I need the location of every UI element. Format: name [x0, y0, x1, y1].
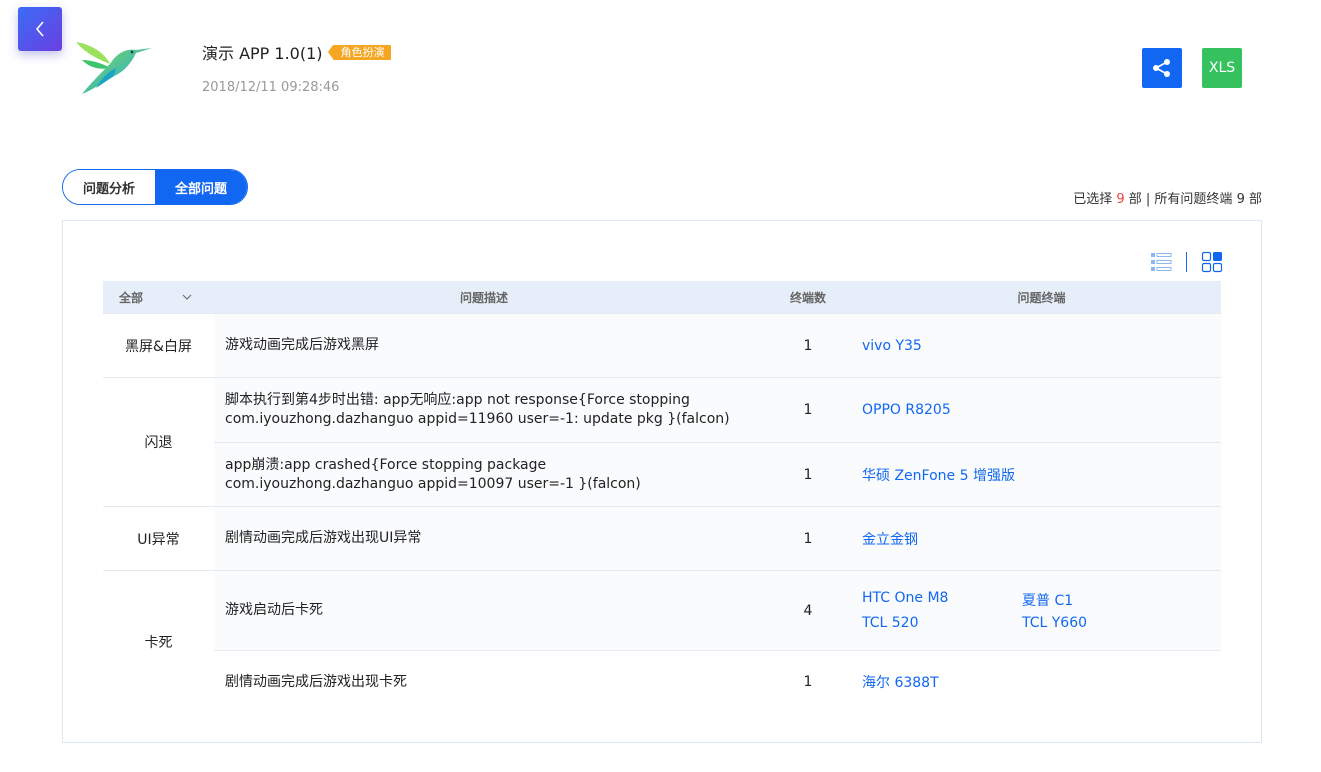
list-view-icon[interactable] — [1150, 251, 1172, 273]
chevron-down-icon — [182, 294, 192, 300]
group-category: 卡死 — [103, 571, 214, 713]
xls-export-button[interactable]: XLS — [1202, 48, 1242, 88]
device-count: 4 — [803, 602, 813, 619]
device-link[interactable]: 华硕 ZenFone 5 增强版 — [862, 465, 1022, 485]
device-link[interactable]: TCL 520 — [862, 615, 1022, 631]
table-row[interactable]: 游戏启动后卡死 4 HTC One M8 夏普 C1 TCL 520 TCL Y… — [214, 571, 1221, 650]
device-count: 1 — [803, 674, 813, 690]
group-category: 黑屏&白屏 — [103, 314, 214, 377]
device-link[interactable]: OPPO R8205 — [862, 402, 1022, 418]
issue-description: 游戏启动后卡死 — [225, 602, 323, 618]
device-link[interactable]: vivo Y35 — [862, 338, 1022, 354]
issues-table: 全部 问题描述 终端数 问题终端 黑屏&白屏 游戏动画完成后游戏黑屏 1 viv… — [103, 281, 1221, 713]
selection-summary: 已选择 9 部 | 所有问题终端 9 部 — [1073, 188, 1262, 207]
summary-selected-count: 9 — [1116, 192, 1125, 207]
category-filter-label: 全部 — [119, 290, 144, 305]
header-description: 问题描述 — [459, 290, 508, 305]
table-header: 全部 问题描述 终端数 问题终端 — [103, 281, 1221, 313]
issue-description: app崩溃:app crashed{Force stopping package… — [225, 456, 641, 492]
device-count: 1 — [803, 530, 813, 547]
device-count: 1 — [803, 337, 813, 354]
tab-all-issues[interactable]: 全部问题 — [155, 170, 247, 204]
view-toggle — [1150, 251, 1223, 273]
issue-description: 剧情动画完成后游戏出现UI异常 — [225, 530, 422, 546]
device-link[interactable]: 金立金钢 — [862, 529, 1022, 549]
device-link[interactable]: 海尔 6388T — [862, 672, 1022, 692]
device-list: 海尔 6388T — [862, 672, 1221, 692]
table-row[interactable]: 游戏动画完成后游戏黑屏 1 vivo Y35 — [214, 314, 1221, 377]
table-row[interactable]: 剧情动画完成后游戏出现卡死 1 海尔 6388T — [214, 650, 1221, 713]
summary-total-count: 9 — [1236, 192, 1245, 207]
category-tag: 角色扮演 — [327, 44, 391, 60]
hummingbird-logo — [76, 42, 152, 94]
category-filter-dropdown[interactable]: 全部 — [103, 289, 214, 306]
share-button[interactable] — [1142, 48, 1182, 88]
summary-mid: 部 | 所有问题终端 — [1128, 192, 1233, 207]
issue-description: 游戏动画完成后游戏黑屏 — [225, 337, 379, 353]
header-devices: 问题终端 — [1017, 290, 1066, 305]
summary-prefix: 已选择 — [1073, 192, 1113, 207]
chevron-left-icon — [35, 21, 44, 37]
grid-view-icon[interactable] — [1201, 251, 1223, 273]
app-title: 演示 APP 1.0(1) — [202, 44, 323, 63]
table-row[interactable]: 剧情动画完成后游戏出现UI异常 1 金立金钢 — [214, 507, 1221, 570]
table-row[interactable]: 脚本执行到第4步时出错: app无响应:app not response{For… — [214, 378, 1221, 442]
tab-issue-analysis[interactable]: 问题分析 — [63, 170, 155, 204]
group-category: UI异常 — [103, 507, 214, 570]
device-list: 华硕 ZenFone 5 增强版 — [862, 465, 1221, 485]
header-device-count: 终端数 — [789, 290, 826, 305]
issue-description: 剧情动画完成后游戏出现卡死 — [225, 673, 407, 690]
device-list: 金立金钢 — [862, 529, 1221, 549]
view-toggle-divider — [1186, 252, 1187, 272]
issue-group: 卡死 游戏启动后卡死 4 HTC One M8 夏普 C1 TCL 520 TC… — [103, 570, 1221, 713]
device-link[interactable]: 夏普 C1 — [1022, 590, 1182, 610]
summary-suffix: 部 — [1248, 192, 1262, 207]
device-list: OPPO R8205 — [862, 402, 1221, 418]
device-count: 1 — [803, 402, 813, 418]
tab-group: 问题分析 全部问题 — [62, 169, 248, 205]
table-row[interactable]: app崩溃:app crashed{Force stopping package… — [214, 442, 1221, 506]
device-link[interactable]: HTC One M8 — [862, 590, 1022, 610]
share-icon — [1153, 59, 1170, 77]
issue-group: 黑屏&白屏 游戏动画完成后游戏黑屏 1 vivo Y35 — [103, 313, 1221, 377]
device-link[interactable]: TCL Y660 — [1022, 615, 1182, 631]
device-list: vivo Y35 — [862, 338, 1221, 354]
issue-description: 脚本执行到第4步时出错: app无响应:app not response{For… — [225, 392, 730, 427]
group-category: 闪退 — [103, 378, 214, 506]
timestamp: 2018/12/11 09:28:46 — [202, 80, 340, 95]
back-button[interactable] — [18, 7, 62, 51]
device-count: 1 — [803, 466, 813, 483]
issue-group: UI异常 剧情动画完成后游戏出现UI异常 1 金立金钢 — [103, 506, 1221, 570]
issue-group: 闪退 脚本执行到第4步时出错: app无响应:app not response{… — [103, 377, 1221, 506]
device-list: HTC One M8 夏普 C1 TCL 520 TCL Y660 — [862, 590, 1221, 631]
